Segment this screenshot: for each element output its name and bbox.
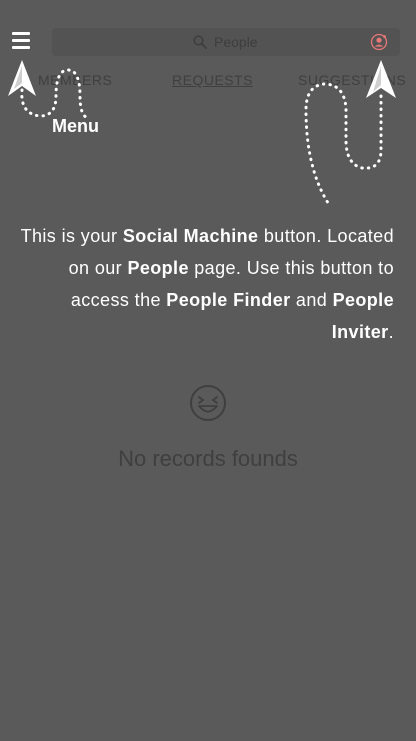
hint-social-machine: Social Machine	[122, 226, 259, 246]
menu-dotted-path	[20, 68, 90, 120]
hint-text: .	[388, 322, 394, 342]
hint-people: People	[127, 258, 189, 278]
social-machine-hint: This is your Social Machine button. Loca…	[14, 220, 394, 348]
menu-label: Menu	[52, 116, 99, 136]
coachmark-overlay[interactable]: Menu This is your Social Machine button.…	[0, 0, 416, 741]
hint-text: This is your	[20, 226, 123, 246]
hint-people-finder: People Finder	[166, 290, 291, 310]
social-dotted-path	[304, 82, 383, 208]
guide-arrows	[8, 60, 396, 208]
hint-text: and	[290, 290, 333, 310]
hint-people-inviter: People Inviter	[331, 290, 394, 342]
